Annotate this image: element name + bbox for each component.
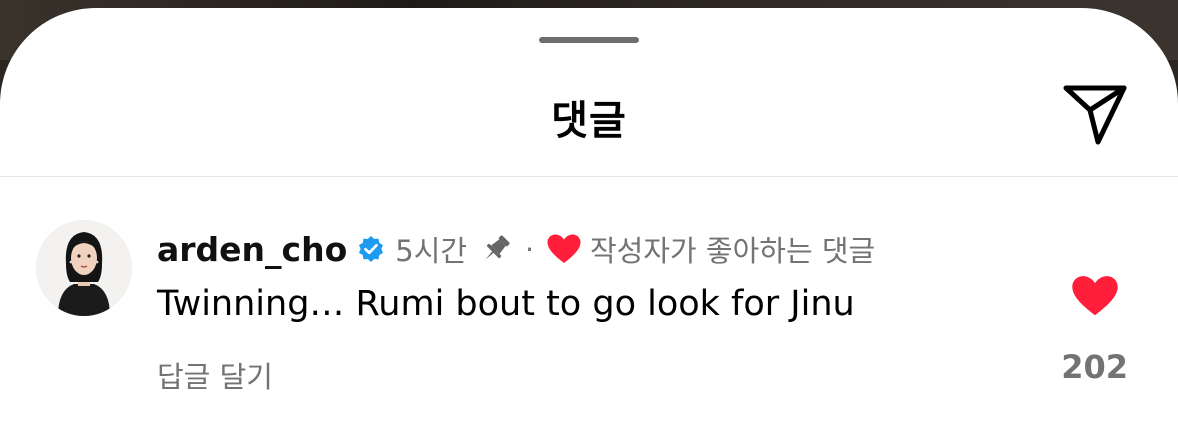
drag-handle[interactable] [539,37,639,43]
verified-badge-icon [357,235,385,263]
share-button[interactable] [1058,78,1132,152]
comments-sheet: 댓글 arden_cho 5시간 · 작성자가 좋아하는 댓글 Twinning… [0,8,1178,428]
comment-header: arden_cho 5시간 · 작성자가 좋아하는 댓글 [157,226,875,272]
comment-text: Twinning… Rumi bout to go look for Jinu [157,284,855,324]
reply-button[interactable]: 답글 달기 [157,354,273,396]
avatar[interactable] [36,220,132,316]
pushpin-icon [479,232,513,266]
heart-filled-icon [1072,276,1118,316]
paper-plane-icon [1063,85,1127,145]
comment-timestamp: 5시간 [395,234,468,268]
like-button[interactable] [1066,270,1124,322]
creator-liked-label: 작성자가 좋아하는 댓글 [589,234,876,268]
separator-dot: · [525,232,534,266]
header-divider [0,176,1178,177]
heart-icon [546,233,582,265]
like-count: 202 [1061,348,1128,386]
avatar-portrait [36,220,132,316]
comment-username[interactable]: arden_cho [157,230,347,269]
sheet-title: 댓글 [551,98,627,144]
